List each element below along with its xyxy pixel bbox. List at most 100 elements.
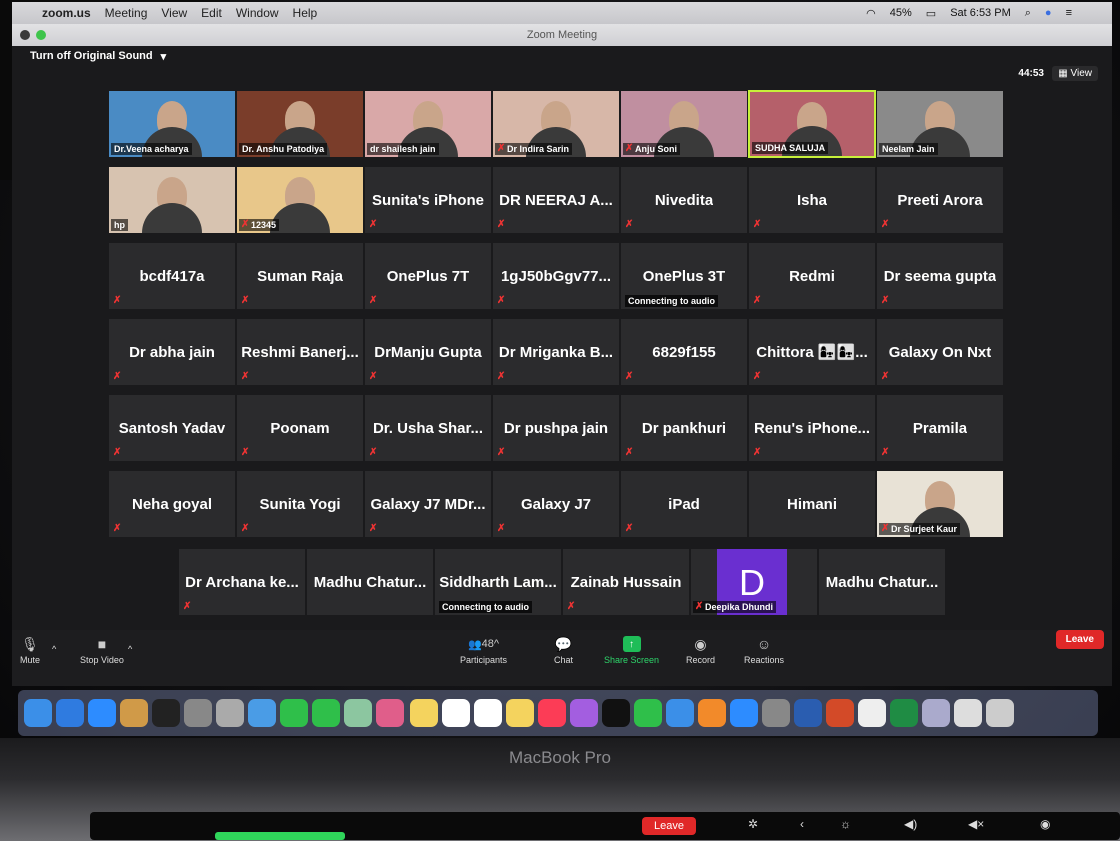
chat-button[interactable]: 💬 Chat — [554, 636, 573, 666]
control-center-icon[interactable]: ≡ — [1066, 7, 1072, 19]
participant-tile[interactable]: 1gJ50bGgv77... ✗ — [492, 242, 620, 310]
participant-tile[interactable]: hp — [108, 166, 236, 234]
dock-preview2-icon[interactable] — [922, 699, 950, 727]
participant-tile[interactable]: Chittora 👩‍👧👩‍👧... ✗ — [748, 318, 876, 386]
menu-meeting[interactable]: Meeting — [105, 6, 148, 20]
participant-tile[interactable]: Neelam Jain — [876, 90, 1004, 158]
dock-textedit-icon[interactable] — [954, 699, 982, 727]
dock-zoom-icon[interactable] — [88, 699, 116, 727]
share-screen-button[interactable]: ↑ Share Screen — [604, 636, 659, 665]
participant-tile[interactable]: Isha ✗ — [748, 166, 876, 234]
dock-safari-icon[interactable] — [56, 699, 84, 727]
dock-prefs-icon[interactable] — [762, 699, 790, 727]
dock-messages-icon[interactable] — [312, 699, 340, 727]
participant-tile[interactable]: SUDHA SALUJA — [748, 90, 876, 158]
participant-tile[interactable]: Sunita's iPhone ✗ — [364, 166, 492, 234]
dock-reminders-icon[interactable] — [474, 699, 502, 727]
participant-tile[interactable]: Redmi ✗ — [748, 242, 876, 310]
dock-facetime-icon[interactable] — [280, 699, 308, 727]
participant-tile[interactable]: 12345 ✗ — [236, 166, 364, 234]
dock-mail-icon[interactable] — [248, 699, 276, 727]
participant-tile[interactable]: iPad ✗ — [620, 470, 748, 538]
dock-word-icon[interactable] — [794, 699, 822, 727]
participant-tile[interactable]: D Deepika Dhundi ✗ — [690, 548, 818, 616]
clock[interactable]: Sat 6:53 PM — [950, 7, 1011, 19]
participant-tile[interactable]: Dr.Veena acharya — [108, 90, 236, 158]
participant-tile[interactable]: Dr abha jain ✗ — [108, 318, 236, 386]
participant-tile[interactable]: Pramila ✗ — [876, 394, 1004, 462]
participant-tile[interactable]: Madhu Chatur... — [818, 548, 946, 616]
participant-tile[interactable]: Galaxy J7 MDr... ✗ — [364, 470, 492, 538]
dock-music-icon[interactable] — [538, 699, 566, 727]
participant-tile[interactable]: Dr pushpa jain ✗ — [492, 394, 620, 462]
participant-tile[interactable]: Zainab Hussain ✗ — [562, 548, 690, 616]
touchbar-leave-button[interactable]: Leave — [642, 817, 696, 835]
touchbar-mute-icon[interactable]: ◀× — [968, 817, 984, 831]
mute-button[interactable]: 🎙 Mute — [20, 636, 40, 666]
participant-tile[interactable]: Galaxy J7 ✗ — [492, 470, 620, 538]
dock-powerpoint-icon[interactable] — [826, 699, 854, 727]
dock-appstore-icon[interactable] — [730, 699, 758, 727]
participant-tile[interactable]: Anju Soni ✗ — [620, 90, 748, 158]
touchbar-chevron-left-icon[interactable]: ‹ — [800, 817, 804, 831]
dock-chrome-icon[interactable] — [858, 699, 886, 727]
participant-tile[interactable]: Renu's iPhone... ✗ — [748, 394, 876, 462]
participant-tile[interactable]: Dr Mriganka B... ✗ — [492, 318, 620, 386]
participant-tile[interactable]: Santosh Yadav ✗ — [108, 394, 236, 462]
dock-photos-icon[interactable] — [376, 699, 404, 727]
dock-numbers-icon[interactable] — [634, 699, 662, 727]
menu-view[interactable]: View — [161, 6, 187, 20]
participant-tile[interactable]: DR NEERAJ A... ✗ — [492, 166, 620, 234]
participant-tile[interactable]: Dr Surjeet Kaur ✗ — [876, 470, 1004, 538]
participant-tile[interactable]: Dr. Usha Shar... ✗ — [364, 394, 492, 462]
participant-tile[interactable]: Galaxy On Nxt ✗ — [876, 318, 1004, 386]
spotlight-icon[interactable]: ⌕ — [1025, 7, 1031, 20]
participant-tile[interactable]: Poonam ✗ — [236, 394, 364, 462]
stop-video-button[interactable]: ■ Stop Video — [80, 636, 124, 665]
menu-help[interactable]: Help — [293, 6, 318, 20]
menu-window[interactable]: Window — [236, 6, 279, 20]
record-button[interactable]: ◉ Record — [686, 636, 715, 666]
participant-tile[interactable]: 6829f155 ✗ — [620, 318, 748, 386]
siri-icon[interactable]: ● — [1045, 7, 1052, 19]
battery-percent[interactable]: 45% — [890, 7, 912, 19]
dock-calendar-icon[interactable] — [442, 699, 470, 727]
dock-terminal-icon[interactable] — [152, 699, 180, 727]
close-icon[interactable] — [20, 30, 30, 40]
participant-tile[interactable]: Siddharth Lam... Connecting to audio — [434, 548, 562, 616]
participant-tile[interactable]: Dr seema gupta ✗ — [876, 242, 1004, 310]
dock-launchpad-icon[interactable] — [216, 699, 244, 727]
video-options-caret[interactable]: ^ — [128, 644, 132, 654]
participant-tile[interactable]: Nivedita ✗ — [620, 166, 748, 234]
participant-tile[interactable]: bcdf417a ✗ — [108, 242, 236, 310]
menu-edit[interactable]: Edit — [201, 6, 222, 20]
dock-rocket-icon[interactable] — [184, 699, 212, 727]
participant-tile[interactable]: Dr pankhuri ✗ — [620, 394, 748, 462]
view-button[interactable]: ▦ View — [1052, 66, 1098, 81]
participant-tile[interactable]: DrManju Gupta ✗ — [364, 318, 492, 386]
participant-tile[interactable]: Preeti Arora ✗ — [876, 166, 1004, 234]
dock-trash-icon[interactable] — [986, 699, 1014, 727]
wifi-icon[interactable]: ◠ — [866, 7, 876, 20]
battery-icon[interactable]: ▭ — [926, 7, 936, 20]
participant-tile[interactable]: dr shailesh jain — [364, 90, 492, 158]
touchbar-siri-icon[interactable]: ◉ — [1040, 817, 1050, 831]
dock-podcasts-icon[interactable] — [570, 699, 598, 727]
touchbar-volume-icon[interactable]: ◀) — [904, 817, 917, 831]
participant-tile[interactable]: Dr Archana ke... ✗ — [178, 548, 306, 616]
touchbar-gear-icon[interactable]: ✲ — [748, 817, 758, 831]
leave-button[interactable]: Leave — [1055, 630, 1104, 649]
minimize-icon[interactable] — [36, 30, 46, 40]
participant-tile[interactable]: OnePlus 7T ✗ — [364, 242, 492, 310]
dock-excel-icon[interactable] — [890, 699, 918, 727]
reactions-button[interactable]: ☺ Reactions — [744, 636, 784, 665]
dock-pages-icon[interactable] — [698, 699, 726, 727]
participant-tile[interactable]: Neha goyal ✗ — [108, 470, 236, 538]
dock-stickies-icon[interactable] — [506, 699, 534, 727]
original-sound-toggle[interactable]: Turn off Original Sound ▾ — [30, 46, 166, 66]
participant-tile[interactable]: Dr. Anshu Patodiya — [236, 90, 364, 158]
participant-tile[interactable]: Madhu Chatur... — [306, 548, 434, 616]
participant-tile[interactable]: Himani — [748, 470, 876, 538]
dock-notes-icon[interactable] — [410, 699, 438, 727]
participant-tile[interactable]: Dr Indira Sarin ✗ — [492, 90, 620, 158]
